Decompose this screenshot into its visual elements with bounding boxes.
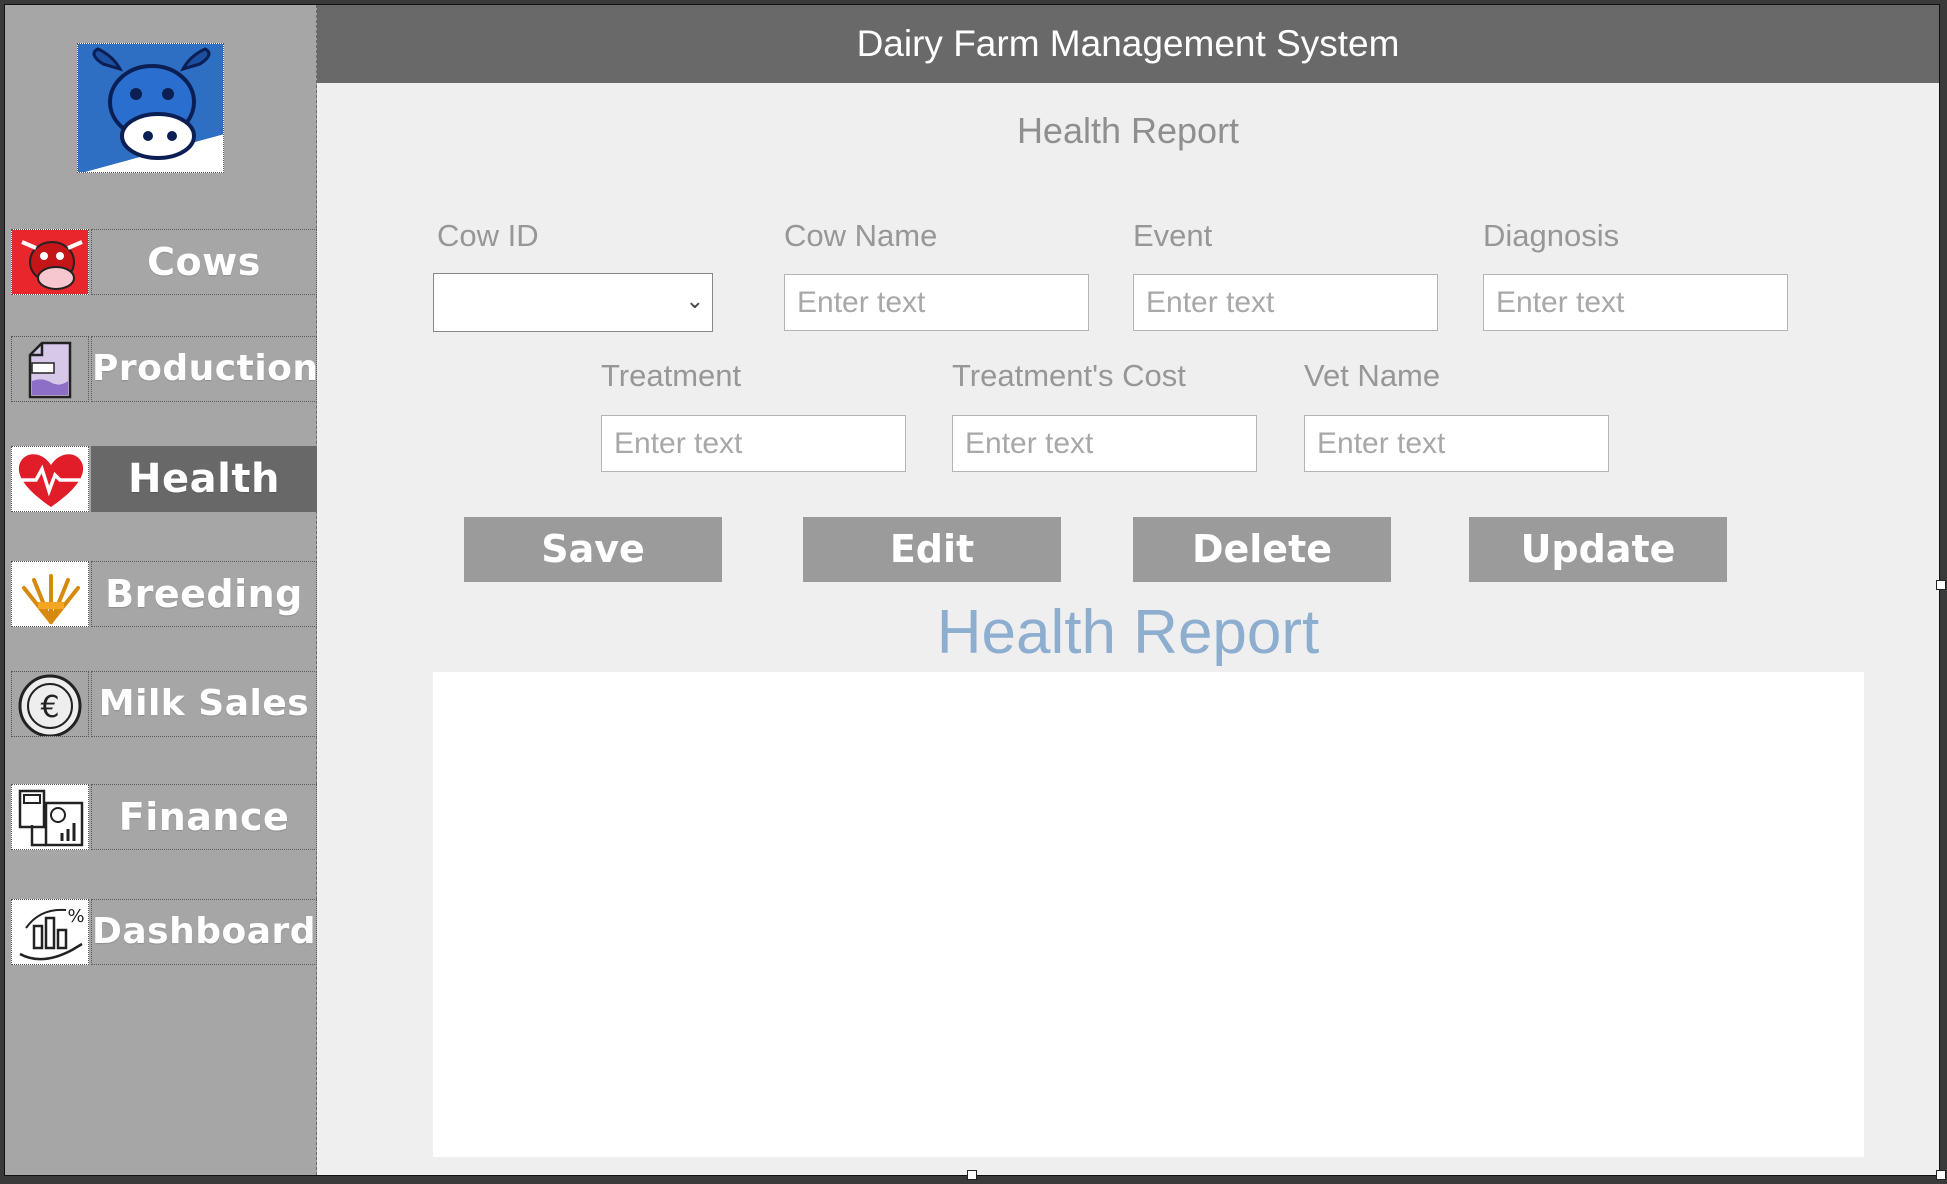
analytics-icon: % xyxy=(11,899,89,965)
farm-logo xyxy=(77,43,224,173)
svg-text:%: % xyxy=(67,906,84,927)
cow-name-label: Cow Name xyxy=(784,218,938,253)
update-button[interactable]: Update xyxy=(1469,517,1727,582)
sidebar-item-label: Health xyxy=(91,446,317,512)
resize-handle-corner[interactable] xyxy=(1936,1170,1946,1180)
delete-button[interactable]: Delete xyxy=(1133,517,1391,582)
save-button[interactable]: Save xyxy=(464,517,722,582)
treatment-cost-field[interactable] xyxy=(952,415,1257,472)
diagnosis-field[interactable] xyxy=(1483,274,1788,331)
cow-icon xyxy=(11,229,89,295)
milk-carton-icon xyxy=(11,336,89,402)
diagnosis-label: Diagnosis xyxy=(1483,218,1620,253)
health-report-grid[interactable] xyxy=(433,672,1864,1157)
treatment-cost-label: Treatment's Cost xyxy=(952,358,1186,393)
heartbeat-icon xyxy=(11,446,89,512)
sidebar-item-production[interactable]: Production xyxy=(11,336,318,404)
sidebar-item-dashboard[interactable]: % Dashboard xyxy=(11,899,317,967)
sidebar-item-label: Dashboard xyxy=(91,899,317,965)
cow-id-label: Cow ID xyxy=(437,218,539,253)
treatment-label: Treatment xyxy=(601,358,742,393)
cow-id-select[interactable]: ⌄ xyxy=(433,273,713,332)
sidebar-item-label: Finance xyxy=(91,784,317,850)
vet-name-label: Vet Name xyxy=(1304,358,1441,393)
wheat-icon xyxy=(11,561,89,627)
chevron-down-icon: ⌄ xyxy=(685,288,704,313)
sidebar-item-breeding[interactable]: Breeding xyxy=(11,561,317,629)
cow-name-field[interactable] xyxy=(784,274,1089,331)
sidebar-item-health[interactable]: Health xyxy=(11,446,317,514)
event-label: Event xyxy=(1133,218,1213,253)
treatment-field[interactable] xyxy=(601,415,906,472)
resize-handle-bottom[interactable] xyxy=(967,1170,977,1180)
cow-logo-icon xyxy=(78,44,223,172)
sidebar-item-label: Cows xyxy=(91,229,317,295)
svg-text:€: € xyxy=(40,690,59,725)
event-field[interactable] xyxy=(1133,274,1438,331)
sidebar: Cows Production Health Breeding € Milk S… xyxy=(5,5,318,1175)
euro-coin-icon: € xyxy=(11,671,89,737)
form-title: Health Report xyxy=(1016,110,1240,151)
main-window: Cows Production Health Breeding € Milk S… xyxy=(4,4,1940,1176)
table-title: Health Report xyxy=(936,598,1320,667)
sidebar-item-cows[interactable]: Cows xyxy=(11,229,317,297)
sidebar-item-label: Production xyxy=(91,336,318,402)
resize-handle-right[interactable] xyxy=(1936,580,1946,590)
sidebar-item-label: Breeding xyxy=(91,561,317,627)
vet-name-field[interactable] xyxy=(1304,415,1609,472)
edit-button[interactable]: Edit xyxy=(803,517,1061,582)
sidebar-item-label: Milk Sales xyxy=(91,671,317,737)
calculator-chart-icon xyxy=(11,784,89,850)
sidebar-item-finance[interactable]: Finance xyxy=(11,784,317,852)
sidebar-item-milk-sales[interactable]: € Milk Sales xyxy=(11,671,317,739)
app-title: Dairy Farm Management System xyxy=(317,5,1939,83)
